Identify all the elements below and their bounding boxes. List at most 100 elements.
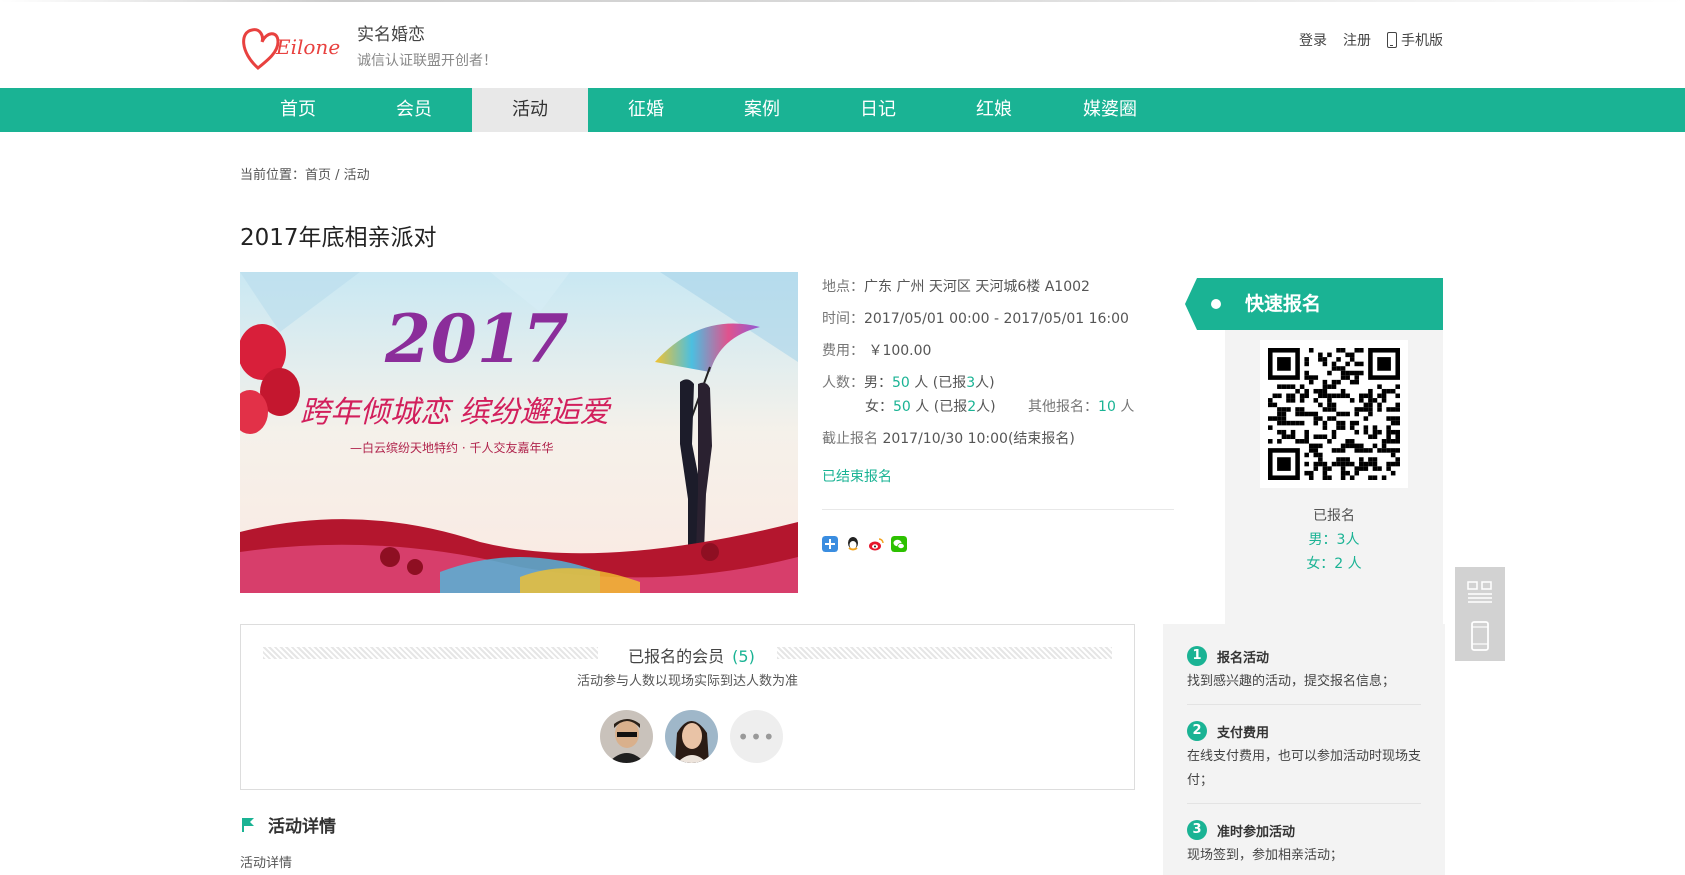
male-capacity: 50: [892, 375, 910, 391]
avatar[interactable]: [665, 710, 718, 763]
step-title-row: 1 报名活动: [1187, 646, 1421, 666]
female-unit: 人 (已报: [910, 399, 968, 415]
male-label: 男：: [864, 375, 892, 391]
mobile-phone-icon: [1387, 32, 1397, 48]
qr-code[interactable]: [1260, 340, 1408, 488]
nav-item-0[interactable]: 首页: [240, 88, 356, 132]
male-count-row: 人数：男：50 人 (已报3人): [822, 372, 1174, 396]
banner-text: 跨年倾城恋 缤纷邂逅爱: [300, 395, 613, 430]
site-slogan: 诚信认证联盟开创者！: [357, 53, 497, 69]
qr-code-icon: [1268, 348, 1400, 480]
login-link[interactable]: 登录: [1299, 30, 1327, 50]
nav-item-1[interactable]: 会员: [356, 88, 472, 132]
site-name: 实名婚恋: [357, 25, 425, 45]
step-title-row: 2 支付费用: [1187, 721, 1421, 741]
details-body: 活动详情: [240, 856, 293, 871]
members-title: 已报名的会员 (5): [241, 643, 1134, 667]
logo-text: Eilone: [275, 35, 340, 59]
share-bar: [822, 536, 907, 552]
weibo-icon[interactable]: [868, 536, 884, 552]
step-text: 现场签到，参加相亲活动；: [1187, 848, 1344, 863]
avatar[interactable]: [600, 710, 653, 763]
step-title-row: 3 准时参加活动: [1187, 820, 1421, 840]
fee-label: 费用：: [822, 343, 864, 359]
members-count: (5): [732, 647, 755, 666]
time-label: 时间：: [822, 311, 864, 327]
mobile-version-link[interactable]: 手机版: [1387, 30, 1443, 50]
site-logo[interactable]: Eilone: [238, 18, 348, 74]
male-registered: 3: [966, 375, 976, 391]
float-menu-button[interactable]: [1455, 567, 1505, 617]
deadline-row: 截止报名 2017/10/30 10:00(结束报名): [822, 428, 1174, 460]
site-header: Eilone 实名婚恋 诚信认证联盟开创者！ 登录 注册 手机版: [0, 0, 1685, 88]
grid-list-icon: [1467, 581, 1492, 603]
registered-label: 已报名: [1313, 508, 1355, 524]
top-links: 登录 注册 手机版: [1299, 30, 1443, 50]
quick-signup-title: 快速报名: [1245, 293, 1322, 315]
people-label: 人数：: [822, 375, 864, 391]
banner-year: 2017: [384, 300, 569, 378]
nav-item-6[interactable]: 红娘: [936, 88, 1052, 132]
wechat-icon[interactable]: [891, 536, 907, 552]
female-count-row: 女：50 人 (已报2人) 其他报名：10 人: [822, 396, 1174, 428]
quick-signup-panel: 快速报名 已报名 男：3人 女：2 人: [1185, 278, 1443, 658]
details-title: 活动详情: [268, 817, 336, 837]
step-title: 支付费用: [1217, 725, 1270, 741]
step-number: 1: [1187, 646, 1207, 666]
info-divider: [822, 509, 1174, 510]
event-info: 地点：广东 广州 天河区 天河城6楼 A1002 时间：2017/05/01 0…: [822, 276, 1174, 486]
registration-status: 已结束报名: [822, 469, 892, 485]
registered-members-box: 已报名的会员 (5) 活动参与人数以现场实际到达人数为准 •••: [240, 624, 1135, 790]
qq-icon[interactable]: [845, 536, 861, 552]
step-text: 在线支付费用，也可以参加活动时现场支付；: [1187, 749, 1422, 788]
share-plus-icon[interactable]: [822, 536, 838, 552]
location-row: 地点：广东 广州 天河区 天河城6楼 A1002: [822, 276, 1174, 308]
other-unit: 人: [1115, 399, 1135, 415]
step-text: 找到感兴趣的活动，提交报名信息；: [1187, 674, 1396, 689]
nav-items: 首页 会员 活动 征婚 案例 日记 红娘 媒婆圈: [240, 88, 1168, 132]
step-title: 报名活动: [1217, 650, 1270, 666]
top-border: [0, 0, 1685, 2]
step-number: 2: [1187, 721, 1207, 741]
male-tail: 人): [975, 375, 995, 391]
banner-subtext: —白云缤纷天地特约 · 千人交友嘉年华: [350, 440, 553, 455]
nav-item-3[interactable]: 征婚: [588, 88, 704, 132]
main-nav: 首页 会员 活动 征婚 案例 日记 红娘 媒婆圈: [0, 88, 1685, 132]
register-link[interactable]: 注册: [1343, 30, 1371, 50]
other-count: 10: [1098, 399, 1116, 415]
member-avatars: •••: [600, 710, 783, 763]
female-capacity: 50: [893, 399, 911, 415]
registered-summary: 已报名 男：3人 女：2 人: [1225, 504, 1443, 576]
nav-item-5[interactable]: 日记: [820, 88, 936, 132]
time-value: 2017/05/01 00:00 - 2017/05/01 16:00: [864, 311, 1129, 327]
step-item: 1 报名活动找到感兴趣的活动，提交报名信息；: [1187, 646, 1421, 705]
registered-female: 女：2 人: [1306, 556, 1362, 572]
header-dot-icon: [1211, 299, 1221, 309]
location-value: 广东 广州 天河区 天河城6楼 A1002: [864, 279, 1090, 295]
step-number: 3: [1187, 820, 1207, 840]
fee-value: ￥100.00: [868, 343, 932, 359]
female-registered: 2: [967, 399, 977, 415]
step-item: 2 支付费用在线支付费用，也可以参加活动时现场支付；: [1187, 721, 1421, 804]
event-banner-image: 2017 跨年倾城恋 缤纷邂逅爱 —白云缤纷天地特约 · 千人交友嘉年华: [240, 272, 798, 593]
registered-male: 男：3人: [1308, 532, 1360, 548]
time-row: 时间：2017/05/01 00:00 - 2017/05/01 16:00: [822, 308, 1174, 340]
page-title: 2017年底相亲派对: [240, 225, 437, 251]
nav-item-4[interactable]: 案例: [704, 88, 820, 132]
step-item: 3 准时参加活动现场签到，参加相亲活动；: [1187, 820, 1421, 875]
mobile-phone-icon: [1471, 621, 1489, 651]
deadline-label: 截止报名: [822, 431, 878, 447]
nav-item-2[interactable]: 活动: [472, 88, 588, 132]
more-members-button[interactable]: •••: [730, 710, 783, 763]
members-title-text: 已报名的会员: [620, 647, 733, 666]
details-heading: 活动详情: [240, 812, 336, 837]
members-subtitle: 活动参与人数以现场实际到达人数为准: [576, 674, 798, 689]
step-title: 准时参加活动: [1217, 824, 1296, 840]
location-label: 地点：: [822, 279, 864, 295]
other-label: 其他报名：: [1028, 399, 1099, 415]
female-label: 女：: [865, 399, 893, 415]
breadcrumb: 当前位置：首页 / 活动: [240, 168, 370, 183]
nav-item-7[interactable]: 媒婆圈: [1052, 88, 1168, 132]
flag-icon: [242, 817, 254, 832]
float-mobile-button[interactable]: [1455, 611, 1505, 661]
